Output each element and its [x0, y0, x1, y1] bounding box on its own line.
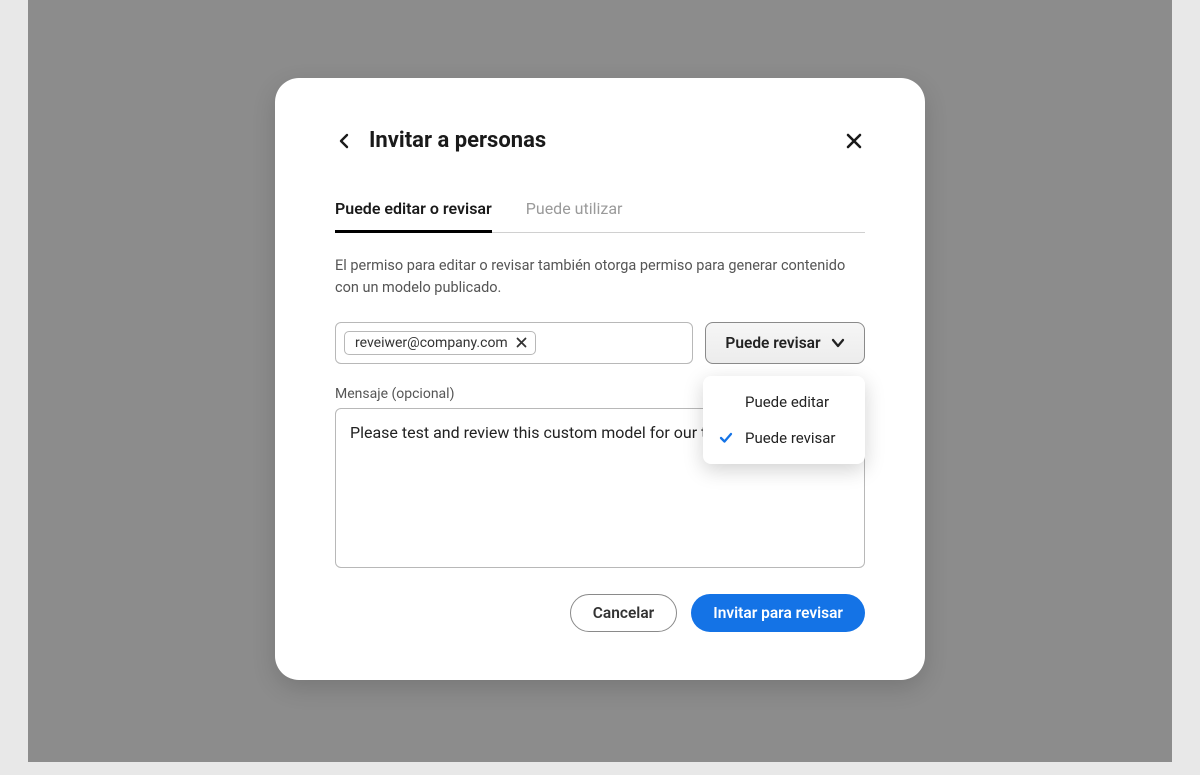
- dialog-header-left: Invitar a personas: [335, 128, 546, 153]
- permission-dropdown[interactable]: Puede revisar: [705, 322, 865, 364]
- tab-can-use[interactable]: Puede utilizar: [526, 199, 623, 232]
- back-button[interactable]: [335, 132, 353, 150]
- email-input[interactable]: reveiwer@company.com: [335, 322, 693, 364]
- check-icon: [717, 432, 735, 444]
- dropdown-option-edit[interactable]: Puede editar: [703, 384, 865, 420]
- dropdown-option-review[interactable]: Puede revisar: [703, 420, 865, 456]
- close-button[interactable]: [843, 130, 865, 152]
- email-chip-text: reveiwer@company.com: [355, 335, 508, 351]
- invite-input-row: reveiwer@company.com Puede revisar: [335, 322, 865, 364]
- permission-tabs: Puede editar o revisar Puede utilizar: [335, 199, 865, 233]
- invite-dialog: Invitar a personas Puede editar o revisa…: [275, 78, 925, 680]
- dropdown-option-label: Puede revisar: [745, 429, 836, 447]
- invite-submit-button[interactable]: Invitar para revisar: [691, 594, 865, 632]
- modal-backdrop: Invitar a personas Puede editar o revisa…: [28, 0, 1172, 762]
- chevron-down-icon: [831, 338, 845, 348]
- dialog-title: Invitar a personas: [369, 128, 546, 153]
- remove-email-button[interactable]: [516, 337, 527, 348]
- dialog-footer: Cancelar Invitar para revisar: [335, 594, 865, 632]
- permission-dropdown-menu: Puede editar Puede revisar: [703, 376, 865, 464]
- email-chip: reveiwer@company.com: [344, 331, 536, 355]
- close-icon: [516, 337, 527, 348]
- chevron-left-icon: [339, 133, 349, 149]
- tab-edit-or-review[interactable]: Puede editar o revisar: [335, 199, 492, 232]
- close-icon: [845, 132, 863, 150]
- permission-dropdown-label: Puede revisar: [725, 334, 820, 352]
- dropdown-option-label: Puede editar: [745, 393, 829, 411]
- permission-description: El permiso para editar o revisar también…: [335, 255, 865, 300]
- cancel-button[interactable]: Cancelar: [570, 594, 677, 632]
- dialog-header: Invitar a personas: [335, 128, 865, 153]
